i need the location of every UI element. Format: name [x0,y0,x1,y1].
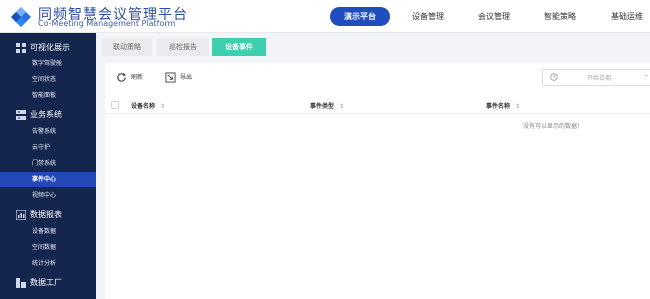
select-all-checkbox[interactable] [111,101,119,109]
sidebar-item-space-status[interactable]: 空间状态 [0,72,96,87]
top-header: 同频智慧会议管理平台 Co-Meeting Management Platfor… [0,0,650,33]
sidebar-group-label: 数据工厂 [30,278,62,287]
clock-icon [550,73,558,81]
sidebar-item-alarm-system[interactable]: 告警系统 [0,124,96,139]
grid-icon [16,43,26,53]
chart-icon [16,210,26,220]
nav-device-management[interactable]: 设备管理 [406,7,450,26]
sidebar-item-digital-cockpit[interactable]: 数字驾驶舱 [0,56,96,71]
main-content: 联动策略 巡检报告 设备事件 刷新 导出 开始日期 - 设备名称 ⇕ 事件类型 ⇕ … [96,33,650,299]
tab-inspection-report[interactable]: 巡检报告 [157,38,209,56]
sort-icon: ⇕ [339,103,345,110]
export-label: 导出 [180,74,193,81]
server-icon [16,110,26,120]
tab-linkage-strategy[interactable]: 联动策略 [102,38,152,56]
sidebar-group-label: 可视化展示 [30,43,70,52]
nav-smart-strategy[interactable]: 智能策略 [538,7,582,26]
column-device-name[interactable]: 设备名称 ⇕ [131,101,165,110]
start-date-placeholder: 开始日期 [587,75,612,82]
sidebar-group-business[interactable]: 业务系统 [0,105,96,125]
sidebar: 可视化展示 数字驾驶舱 空间状态 智能面板 业务系统 告警系统 云守护 门禁系统… [0,33,96,299]
content-panel: 刷新 导出 开始日期 - 设备名称 ⇕ 事件类型 ⇕ 事件名称 ⇕ 没有可以显示的数据… [105,63,650,299]
start-date-picker[interactable]: 开始日期 - [542,69,650,86]
sidebar-item-smart-panel[interactable]: 智能面板 [0,88,96,103]
factory-icon [16,278,26,288]
sidebar-group-data-factory[interactable]: 数据工厂 [0,273,96,293]
empty-state-text: 没有可以显示的数据! [523,123,580,130]
date-range-separator: - [645,72,648,80]
brand-subtitle: Co-Meeting Management Platform [38,19,176,28]
refresh-icon [117,72,127,82]
sidebar-item-video-center[interactable]: 视频中心 [0,188,96,203]
tab-device-events[interactable]: 设备事件 [212,38,266,56]
refresh-label: 刷新 [131,74,144,81]
sort-icon: ⇕ [160,103,166,110]
sidebar-item-device-data[interactable]: 设备数据 [0,224,96,239]
column-label: 事件类型 [310,103,335,110]
column-label: 设备名称 [131,103,156,110]
sidebar-item-space-data[interactable]: 空间数据 [0,240,96,255]
sort-icon: ⇕ [515,103,521,110]
sidebar-item-event-center[interactable]: 事件中心 [0,172,96,187]
table-header: 设备名称 ⇕ 事件类型 ⇕ 事件名称 ⇕ [105,97,650,114]
export-icon [165,72,176,83]
sidebar-group-label: 业务系统 [30,110,62,119]
sidebar-group-reports[interactable]: 数据报表 [0,205,96,225]
nav-demo-platform[interactable]: 演示平台 [330,7,390,26]
column-event-name[interactable]: 事件名称 ⇕ [486,101,520,110]
nav-basic-ops[interactable]: 基础运维 [604,7,650,26]
sidebar-group-label: 数据报表 [30,210,62,219]
refresh-button[interactable]: 刷新 [116,71,150,85]
sidebar-item-statistics[interactable]: 统计分析 [0,256,96,271]
sidebar-item-access-control[interactable]: 门禁系统 [0,156,96,171]
sidebar-group-visualization[interactable]: 可视化展示 [0,38,96,58]
sidebar-item-cloud-guard[interactable]: 云守护 [0,140,96,155]
column-label: 事件名称 [486,103,511,110]
tab-bar: 联动策略 巡检报告 设备事件 [96,33,650,60]
logo-icon [11,7,31,27]
export-button[interactable]: 导出 [165,71,199,85]
nav-meeting-management[interactable]: 会议管理 [472,7,516,26]
column-event-type[interactable]: 事件类型 ⇕ [310,101,344,110]
